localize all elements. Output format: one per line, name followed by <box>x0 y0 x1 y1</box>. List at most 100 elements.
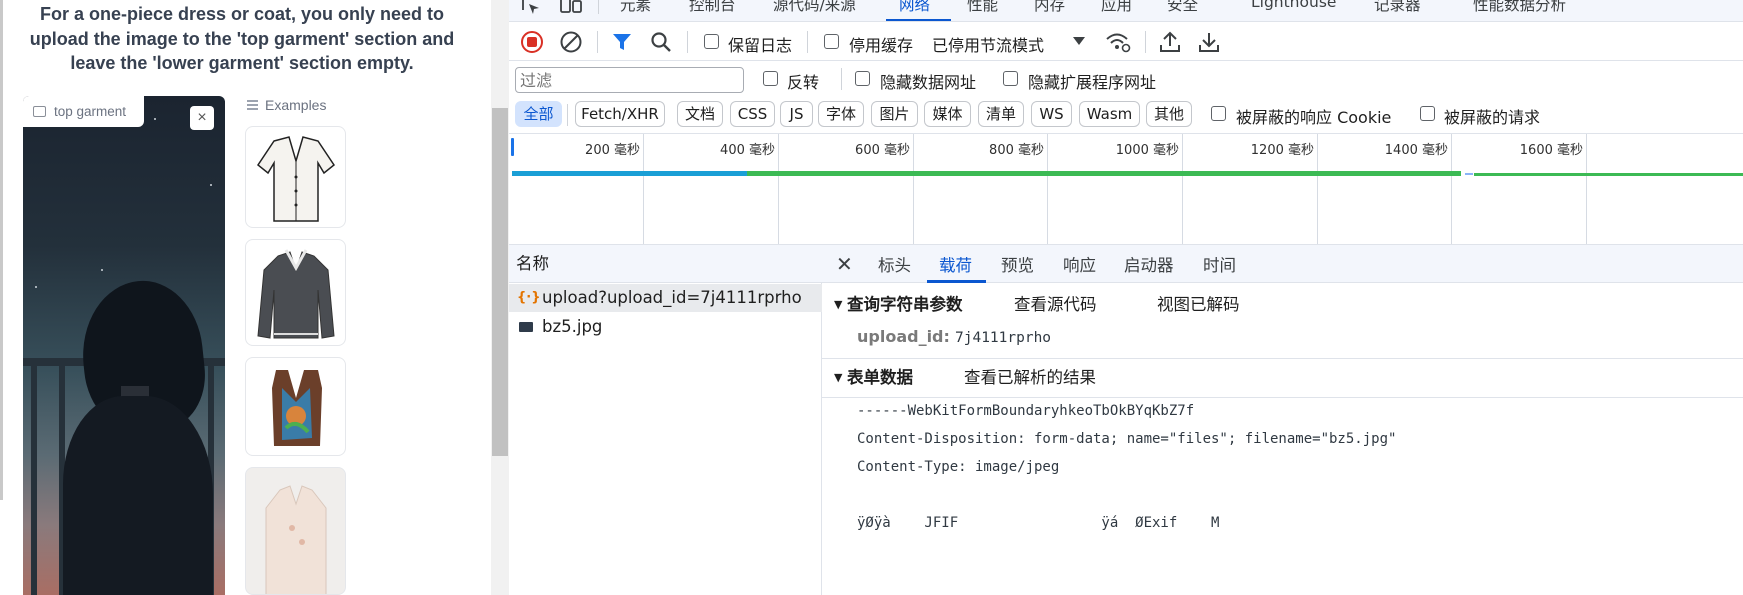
list-icon <box>247 100 258 110</box>
tab-headers[interactable]: 标头 <box>878 252 911 276</box>
triangle-down-icon: ▼ <box>834 298 843 311</box>
triangle-down-icon: ▼ <box>834 371 843 384</box>
record-stop-icon[interactable] <box>520 30 544 54</box>
example-thumbnail[interactable] <box>245 126 346 228</box>
tab-preview[interactable]: 预览 <box>1001 252 1034 276</box>
tab-elements[interactable]: 元素 <box>620 0 651 15</box>
tab-recorder[interactable]: 记录器 <box>1374 0 1421 15</box>
disable-cache-label: 停用缓存 <box>849 36 914 55</box>
tab-memory[interactable]: 内存 <box>1034 0 1065 15</box>
tab-sources[interactable]: 源代码/来源 <box>773 0 856 15</box>
white-blouse-image <box>256 136 336 222</box>
tab-performance-insights[interactable]: 性能数据分析 <box>1473 0 1566 15</box>
active-tab-indicator <box>886 19 951 21</box>
timeline-start-handle[interactable] <box>511 138 514 156</box>
inspect-element-icon[interactable] <box>521 0 543 16</box>
filter-row: 反转 隐藏数据网址 隐藏扩展程序网址 <box>509 61 1743 97</box>
param-key: upload_id: <box>857 327 950 346</box>
device-toolbar-icon[interactable] <box>559 0 583 16</box>
disable-cache-checkbox[interactable] <box>824 34 839 49</box>
close-icon[interactable]: ✕ <box>836 252 853 276</box>
tick-label: 1200 毫秒 <box>1250 143 1314 158</box>
close-button[interactable]: × <box>190 106 214 130</box>
detail-tab-bar: ✕ 标头 载荷 预览 响应 启动器 时间 <box>822 245 1743 283</box>
chip-wasm[interactable]: Wasm <box>1079 101 1140 127</box>
example-thumbnail[interactable] <box>245 467 346 595</box>
tab-lighthouse[interactable]: Lighthouse <box>1251 0 1336 11</box>
request-row-image[interactable]: bz5.jpg <box>509 313 822 341</box>
blocked-requests-checkbox[interactable] <box>1420 106 1435 121</box>
chip-fetch-xhr[interactable]: Fetch/XHR <box>575 101 665 127</box>
request-name: bz5.jpg <box>542 317 603 336</box>
request-detail-panel: ✕ 标头 载荷 预览 响应 启动器 时间 ▼ 查询字符串参数 查看源代码 视图已… <box>822 245 1743 595</box>
filter-icon[interactable] <box>611 31 633 53</box>
preserve-log-label: 保留日志 <box>728 36 793 55</box>
form-data-section[interactable]: ▼ 表单数据 查看已解析的结果 <box>822 359 1743 397</box>
chevron-down-icon[interactable] <box>1072 35 1086 47</box>
tab-payload[interactable]: 载荷 <box>939 252 972 276</box>
web-page-pane: For a one-piece dress or coat, you only … <box>0 0 491 595</box>
network-toolbar: 保留日志 停用缓存 已停用节流模式 <box>509 23 1743 61</box>
example-thumbnail[interactable] <box>245 357 346 456</box>
hide-data-urls-checkbox[interactable] <box>855 71 870 86</box>
chip-media[interactable]: 媒体 <box>924 101 971 127</box>
chip-manifest[interactable]: 清单 <box>978 101 1024 127</box>
view-parsed-link[interactable]: 查看已解析的结果 <box>964 359 1096 397</box>
timeline-waiting-bar <box>512 171 747 176</box>
page-scrollbar-thumb[interactable] <box>492 108 508 456</box>
chip-other[interactable]: 其他 <box>1146 101 1192 127</box>
example-thumbnail[interactable] <box>245 239 346 346</box>
request-row-upload[interactable]: {·} upload?upload_id=7j4111rprho <box>509 284 822 312</box>
tab-timing[interactable]: 时间 <box>1203 252 1236 276</box>
top-garment-label: top garment <box>23 96 144 127</box>
chip-js[interactable]: JS <box>780 101 813 127</box>
chip-font[interactable]: 字体 <box>818 101 864 127</box>
image-icon <box>519 322 533 332</box>
image-icon <box>33 106 46 117</box>
tab-performance[interactable]: 性能 <box>967 0 998 15</box>
hide-data-urls-label: 隐藏数据网址 <box>880 73 977 92</box>
chip-css[interactable]: CSS <box>730 101 775 127</box>
invert-checkbox[interactable] <box>763 71 778 86</box>
tick-label: 800 毫秒 <box>989 143 1044 158</box>
tab-security[interactable]: 安全 <box>1167 0 1198 15</box>
timeline-overview[interactable]: 200 毫秒 400 毫秒 600 毫秒 800 毫秒 1000 毫秒 1200… <box>509 133 1743 245</box>
view-source-link[interactable]: 查看源代码 <box>1014 286 1097 324</box>
beige-shirt-image <box>265 485 327 594</box>
query-params-section[interactable]: ▼ 查询字符串参数 查看源代码 视图已解码 <box>822 286 1743 324</box>
export-har-icon[interactable] <box>1198 30 1220 54</box>
chip-img[interactable]: 图片 <box>871 101 918 127</box>
preserve-log-checkbox[interactable] <box>704 34 719 49</box>
blocked-cookies-checkbox[interactable] <box>1211 106 1226 121</box>
top-garment-upload[interactable]: top garment × <box>23 96 225 595</box>
clear-icon[interactable] <box>559 30 583 54</box>
view-decoded-link[interactable]: 视图已解码 <box>1157 286 1240 324</box>
tab-initiator[interactable]: 启动器 <box>1124 252 1174 276</box>
throttling-select[interactable]: 已停用节流模式 <box>932 32 1044 56</box>
tick-label: 1000 毫秒 <box>1115 143 1179 158</box>
examples-label: Examples <box>265 97 327 113</box>
import-har-icon[interactable] <box>1159 30 1181 54</box>
form-data-title: 表单数据 <box>847 368 913 387</box>
name-column-header[interactable]: 名称 <box>509 245 822 283</box>
timeline-download-bar <box>747 171 1461 176</box>
tab-network[interactable]: 网络 <box>899 0 930 15</box>
form-data-line: Content-Type: image/jpeg <box>857 459 1060 475</box>
tab-console[interactable]: 控制台 <box>689 0 736 15</box>
search-icon[interactable] <box>650 31 672 53</box>
filter-input[interactable] <box>515 67 744 93</box>
page-left-border <box>0 0 3 500</box>
active-detail-tab-indicator <box>927 280 986 283</box>
chip-doc[interactable]: 文档 <box>677 101 723 127</box>
hide-extension-urls-checkbox[interactable] <box>1003 71 1018 86</box>
chip-all[interactable]: 全部 <box>515 101 562 127</box>
tab-application[interactable]: 应用 <box>1101 0 1132 15</box>
timeline-gap-bar <box>1465 173 1473 175</box>
form-data-line: ÿØÿà JFIF ÿá ØExif M <box>857 515 1220 531</box>
top-garment-label-text: top garment <box>54 104 127 119</box>
query-params-title: 查询字符串参数 <box>847 295 963 314</box>
tick-label: 1600 毫秒 <box>1519 143 1583 158</box>
chip-ws[interactable]: WS <box>1031 101 1072 127</box>
tab-response[interactable]: 响应 <box>1063 252 1096 276</box>
network-conditions-icon[interactable] <box>1105 30 1131 54</box>
